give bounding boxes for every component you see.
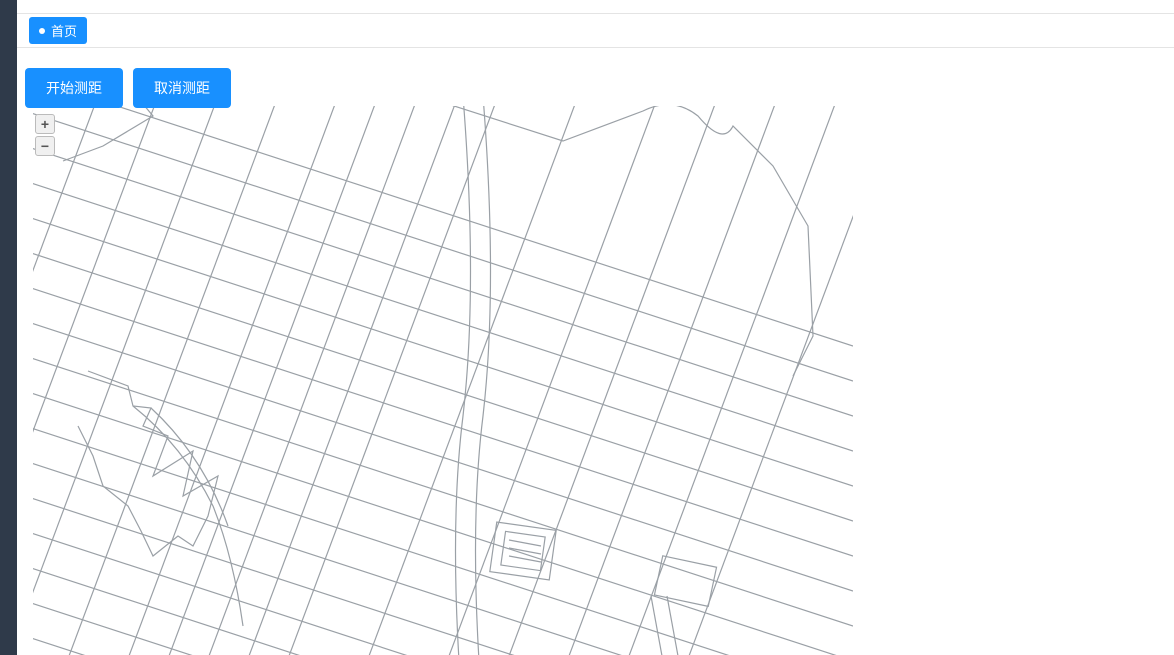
map-canvas[interactable] (33, 106, 1174, 655)
top-bar (17, 0, 1174, 14)
zoom-controls: + − (35, 114, 55, 156)
map-svg (33, 106, 853, 655)
cancel-measure-button[interactable]: 取消测距 (133, 68, 231, 108)
start-measure-button[interactable]: 开始测距 (25, 68, 123, 108)
left-sidebar (0, 0, 17, 655)
tab-bar: 首页 (17, 14, 1174, 48)
tab-home[interactable]: 首页 (29, 17, 87, 44)
tab-home-label: 首页 (51, 21, 77, 40)
circle-icon (39, 28, 45, 34)
map-toolbar: 开始测距 取消测距 (25, 68, 231, 108)
zoom-in-button[interactable]: + (35, 114, 55, 134)
content-area: 开始测距 取消测距 + − (17, 48, 1174, 655)
zoom-out-button[interactable]: − (35, 136, 55, 156)
